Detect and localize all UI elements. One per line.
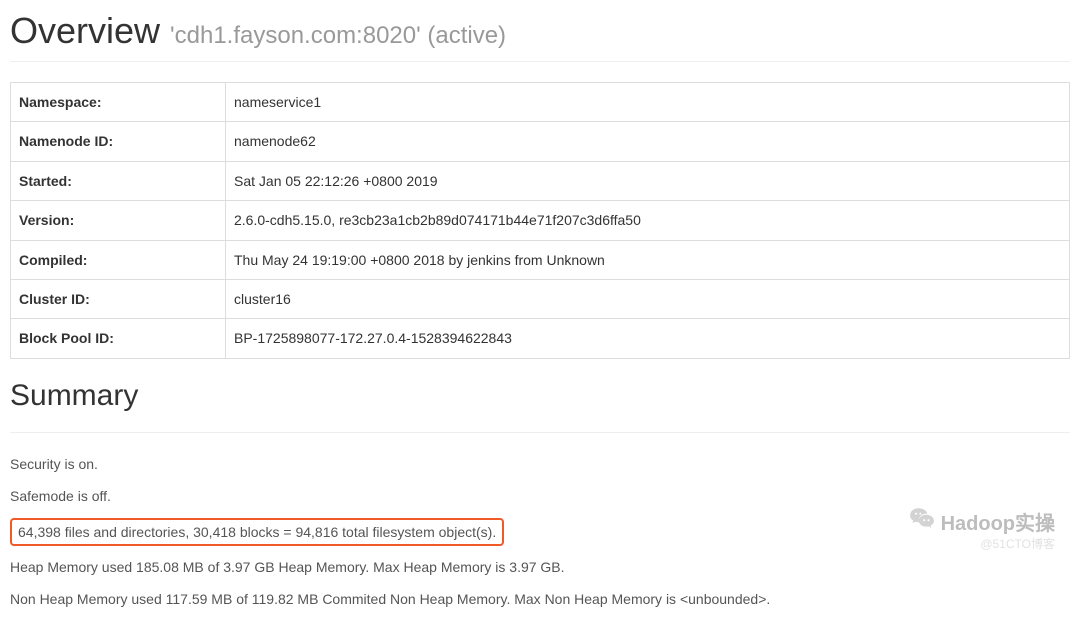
table-row: Namespace: nameservice1 bbox=[11, 83, 1070, 122]
fs-objects-highlight: 64,398 files and directories, 30,418 blo… bbox=[10, 518, 504, 546]
row-value: Sat Jan 05 22:12:26 +0800 2019 bbox=[226, 161, 1070, 200]
table-row: Block Pool ID: BP-1725898077-172.27.0.4-… bbox=[11, 319, 1070, 358]
summary-heading: Summary bbox=[10, 379, 1070, 413]
row-value: nameservice1 bbox=[226, 83, 1070, 122]
row-label: Cluster ID: bbox=[11, 279, 226, 318]
nonheap-memory-line: Non Heap Memory used 117.59 MB of 119.82… bbox=[10, 588, 1070, 610]
security-status: Security is on. bbox=[10, 453, 1070, 475]
table-row: Cluster ID: cluster16 bbox=[11, 279, 1070, 318]
page-title: Overview 'cdh1.fayson.com:8020' (active) bbox=[10, 10, 1070, 52]
row-value: Thu May 24 19:19:00 +0800 2018 by jenkin… bbox=[226, 240, 1070, 279]
watermark-subtext: @51CTO博客 bbox=[980, 535, 1055, 552]
row-value: namenode62 bbox=[226, 122, 1070, 161]
heap-memory-line: Heap Memory used 185.08 MB of 3.97 GB He… bbox=[10, 556, 1070, 578]
title-text: Overview bbox=[10, 10, 160, 51]
wechat-icon bbox=[909, 505, 935, 537]
watermark-logo: Hadoop实操 bbox=[909, 505, 1055, 537]
title-subtext: 'cdh1.fayson.com:8020' (active) bbox=[170, 22, 506, 49]
row-label: Namespace: bbox=[11, 83, 226, 122]
table-row: Compiled: Thu May 24 19:19:00 +0800 2018… bbox=[11, 240, 1070, 279]
row-value: cluster16 bbox=[226, 279, 1070, 318]
table-row: Started: Sat Jan 05 22:12:26 +0800 2019 bbox=[11, 161, 1070, 200]
row-label: Started: bbox=[11, 161, 226, 200]
watermark-logo-text: Hadoop实操 bbox=[941, 507, 1055, 536]
overview-table: Namespace: nameservice1 Namenode ID: nam… bbox=[10, 82, 1070, 359]
row-label: Version: bbox=[11, 201, 226, 240]
row-label: Namenode ID: bbox=[11, 122, 226, 161]
table-row: Version: 2.6.0-cdh5.15.0, re3cb23a1cb2b8… bbox=[11, 201, 1070, 240]
row-value: BP-1725898077-172.27.0.4-1528394622843 bbox=[226, 319, 1070, 358]
row-value: 2.6.0-cdh5.15.0, re3cb23a1cb2b89d074171b… bbox=[226, 201, 1070, 240]
row-label: Block Pool ID: bbox=[11, 319, 226, 358]
summary-header: Summary bbox=[10, 379, 1070, 433]
row-label: Compiled: bbox=[11, 240, 226, 279]
overview-header: Overview 'cdh1.fayson.com:8020' (active) bbox=[10, 10, 1070, 62]
table-row: Namenode ID: namenode62 bbox=[11, 122, 1070, 161]
